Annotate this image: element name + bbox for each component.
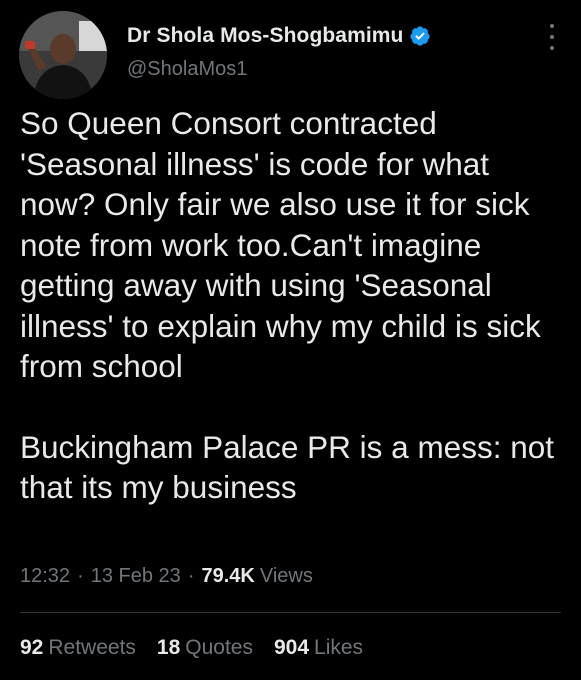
author-display-name[interactable]: Dr Shola Mos-Shogbamimu [127, 24, 403, 48]
verified-badge-icon [409, 25, 431, 47]
views-label[interactable]: Views [260, 565, 313, 588]
author-handle[interactable]: @SholaMos1 [127, 58, 247, 81]
meta-separator: · [77, 565, 84, 587]
more-options-icon[interactable] [547, 24, 557, 50]
likes-stat[interactable]: 904 Likes [274, 636, 363, 660]
divider [20, 612, 561, 613]
tweet-time[interactable]: 12:32 [20, 565, 70, 588]
retweets-count: 92 [20, 636, 44, 659]
retweets-label: Retweets [48, 636, 136, 659]
tweet-date[interactable]: 13 Feb 23 [91, 565, 181, 588]
author-name-row[interactable]: Dr Shola Mos-Shogbamimu [127, 24, 431, 48]
avatar-image [19, 11, 107, 99]
retweets-stat[interactable]: 92 Retweets [20, 636, 136, 660]
views-count[interactable]: 79.4K [201, 565, 254, 588]
tweet-text: So Queen Consort contracted 'Seasonal il… [20, 103, 565, 508]
tweet-stats: 92 Retweets 18 Quotes 904 Likes [20, 636, 384, 660]
avatar[interactable] [19, 11, 107, 99]
tweet-paragraph: Buckingham Palace PR is a mess: not that… [20, 428, 554, 506]
tweet-header: Dr Shola Mos-Shogbamimu @SholaMos1 [0, 0, 581, 100]
quotes-count: 18 [156, 636, 181, 659]
quotes-label: Quotes [185, 636, 253, 659]
tweet-paragraph: So Queen Consort contracted 'Seasonal il… [20, 105, 541, 384]
meta-separator: · [187, 565, 195, 587]
likes-label: Likes [314, 636, 364, 659]
likes-count: 904 [273, 636, 310, 659]
quotes-stat[interactable]: 18 Quotes [157, 636, 253, 660]
tweet-meta: 12:32 · 13 Feb 23 · 79.4K Views [20, 565, 313, 588]
